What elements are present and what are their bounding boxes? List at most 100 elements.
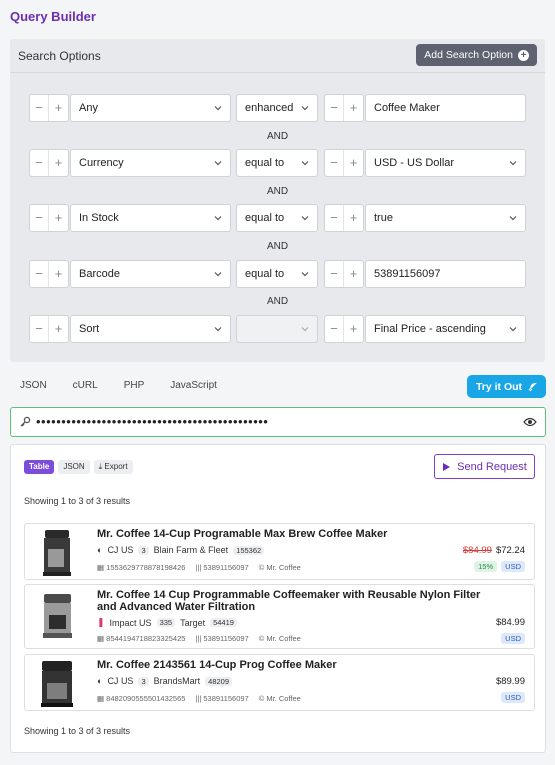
chevron-down-icon (214, 327, 222, 332)
value-stepper[interactable]: − + (324, 260, 364, 288)
store-name: Blain Farm & Fleet (153, 545, 229, 555)
field-stepper[interactable]: − + (29, 94, 69, 122)
operator-select[interactable]: equal to (236, 204, 318, 232)
value-select[interactable]: Final Price - ascending (365, 315, 526, 343)
value-stepper[interactable]: − + (324, 315, 364, 343)
currency-badge: USD (501, 692, 525, 703)
value-input[interactable]: Coffee Maker (365, 94, 526, 122)
operator-select[interactable]: equal to (236, 260, 318, 288)
plus-icon[interactable]: + (49, 205, 68, 231)
plus-icon[interactable]: + (344, 95, 363, 121)
tab-table[interactable]: Table (24, 460, 55, 474)
plus-icon[interactable]: + (344, 316, 363, 342)
eye-icon[interactable] (523, 416, 537, 428)
currency-badge: USD (501, 561, 525, 572)
field-stepper[interactable]: − + (29, 204, 69, 232)
field-select[interactable]: Currency (70, 149, 231, 177)
tab-json-view[interactable]: JSON (58, 460, 90, 474)
chevron-down-icon (214, 272, 222, 277)
product-image (43, 594, 72, 638)
minus-icon[interactable]: − (30, 150, 50, 176)
minus-icon[interactable]: − (325, 150, 345, 176)
value-stepper[interactable]: − + (324, 204, 364, 232)
product-title[interactable]: Mr. Coffee 14 Cup Programmable Coffeemak… (97, 589, 497, 613)
and-separator: AND (266, 131, 289, 142)
sku-icon: ▦ (97, 634, 107, 643)
results-panel: Table JSON ⤓ Export Send Request Showing… (10, 444, 546, 753)
product-title[interactable]: Mr. Coffee 14-Cup Programable Max Brew C… (97, 528, 497, 540)
plus-icon[interactable]: + (49, 95, 68, 121)
product-codes: ▦ 8544194718823325425 ||| 53891156097 © … (97, 634, 301, 643)
field-select[interactable]: Barcode (70, 260, 231, 288)
search-row: − + Currency equal to − + USD - US Dollar (29, 149, 526, 177)
minus-icon[interactable]: − (325, 205, 345, 231)
tab-javascript[interactable]: JavaScript (170, 380, 217, 391)
tab-php[interactable]: PHP (124, 380, 145, 391)
final-price: $89.99 (495, 676, 525, 687)
minus-icon[interactable]: − (325, 261, 345, 287)
tab-json[interactable]: JSON (20, 380, 47, 391)
operator-select[interactable]: equal to (236, 149, 318, 177)
network-icon: ◐ (97, 676, 103, 686)
value-stepper[interactable]: − + (324, 149, 364, 177)
results-count-bottom: Showing 1 to 3 of 3 results (24, 726, 131, 736)
search-row: − + Sort − + Final Price - ascending (29, 315, 526, 343)
value-select[interactable]: true (365, 204, 526, 232)
code-tabs: JSON cURL PHP JavaScript (20, 380, 243, 391)
chevron-down-icon (509, 327, 517, 332)
plus-icon[interactable]: + (49, 150, 68, 176)
plus-icon[interactable]: + (49, 261, 68, 287)
minus-icon[interactable]: − (325, 95, 345, 121)
discount-badge: 15% (474, 561, 498, 572)
plus-icon[interactable]: + (344, 205, 363, 231)
plus-icon[interactable]: + (49, 316, 68, 342)
chevron-down-icon (214, 106, 222, 111)
product-meta: ◐ CJ US 3 BrandsMart 48209 (97, 676, 233, 686)
api-key-input[interactable]: ••••••••••••••••••••••••••••••••••••••••… (10, 407, 546, 437)
view-tabs: Table JSON ⤓ Export (24, 460, 133, 474)
result-card[interactable]: Mr. Coffee 2143561 14-Cup Prog Coffee Ma… (24, 654, 535, 711)
and-separator: AND (266, 241, 289, 252)
minus-icon[interactable]: − (30, 205, 50, 231)
chevron-down-icon (301, 272, 309, 277)
field-select[interactable]: In Stock (70, 204, 231, 232)
field-select[interactable]: Sort (70, 315, 231, 343)
value-select[interactable]: USD - US Dollar (365, 149, 526, 177)
chevron-down-icon (509, 216, 517, 221)
search-row: − + In Stock equal to − + true (29, 204, 526, 232)
search-row: − + Barcode equal to − + 53891156097 (29, 260, 526, 288)
field-stepper[interactable]: − + (29, 315, 69, 343)
tab-curl[interactable]: cURL (73, 380, 98, 391)
price-area: $84.99 USD (496, 617, 525, 644)
final-price: $72.24 (495, 545, 525, 556)
minus-icon[interactable]: − (30, 95, 50, 121)
product-title[interactable]: Mr. Coffee 2143561 14-Cup Prog Coffee Ma… (97, 659, 497, 671)
plus-icon[interactable]: + (344, 150, 363, 176)
send-request-button[interactable]: Send Request (434, 454, 535, 479)
minus-icon[interactable]: − (30, 261, 50, 287)
page-title: Query Builder (10, 9, 96, 24)
minus-icon[interactable]: − (325, 316, 345, 342)
plus-circle-icon: + (518, 49, 529, 61)
sku-icon: ▦ (97, 563, 107, 572)
try-it-out-button[interactable]: Try it Out (467, 375, 546, 398)
results-count: Showing 1 to 3 of 3 results (24, 496, 131, 506)
add-search-option-button[interactable]: Add Search Option + (416, 44, 537, 66)
field-stepper[interactable]: − + (29, 260, 69, 288)
chevron-down-icon (301, 106, 309, 111)
field-stepper[interactable]: − + (29, 149, 69, 177)
minus-icon[interactable]: − (30, 316, 50, 342)
field-select[interactable]: Any (70, 94, 231, 122)
search-row: − + Any enhanced − + Coffee Maker (29, 94, 526, 122)
value-input[interactable]: 53891156097 (365, 260, 526, 288)
chevron-down-icon (301, 161, 309, 166)
product-codes: ▦ 8482090555501432565 ||| 53891156097 © … (97, 694, 301, 703)
divider (10, 72, 545, 73)
result-card[interactable]: Mr. Coffee 14 Cup Programmable Coffeemak… (24, 584, 535, 649)
sku-icon: ▦ (97, 694, 107, 703)
operator-select[interactable]: enhanced (236, 94, 318, 122)
export-button[interactable]: ⤓ Export (93, 460, 133, 474)
result-card[interactable]: Mr. Coffee 14-Cup Programable Max Brew C… (24, 523, 535, 580)
plus-icon[interactable]: + (344, 261, 363, 287)
value-stepper[interactable]: − + (324, 94, 364, 122)
